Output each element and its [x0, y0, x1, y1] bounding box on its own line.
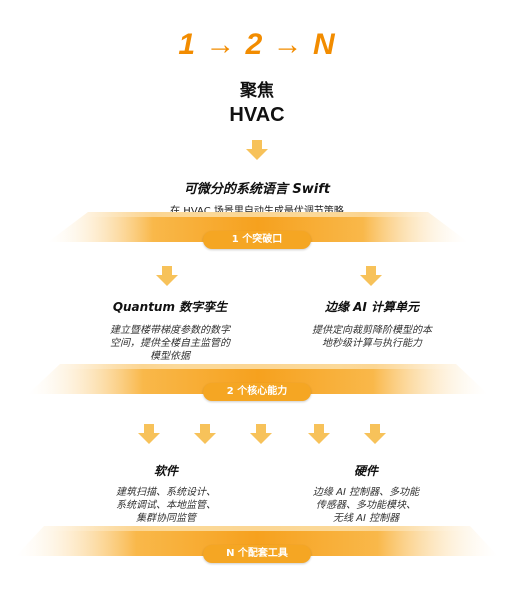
focus-subject: HVAC [229, 104, 285, 126]
headline: 1 → 2 → N [178, 28, 336, 61]
tier1-title: 可微分的系统语言 Swift [183, 182, 331, 197]
text-line: 提供定向裁剪降阶模型的本 [312, 325, 432, 336]
arrow-down-icon [194, 424, 216, 446]
tier3-right-text: 边缘 AI 控制器、多功能 传感器、多功能模块、 无线 AI 控制器 [286, 486, 446, 525]
arrow-down-icon [138, 424, 160, 446]
tier2-right-text: 提供定向裁剪降阶模型的本 地秒级计算与执行能力 [282, 324, 462, 350]
tier1-label: 1 个突破口 [203, 231, 311, 249]
text-line: 模型依据 [150, 351, 190, 362]
text-line: 边缘 AI 控制器、多功能 [312, 487, 420, 498]
tier2-left-title: Quantum 数字孪生 [112, 300, 228, 314]
text-line: 系统调试、本地监管、 [116, 500, 216, 511]
text-line: 建筑扫描、系统设计、 [116, 487, 216, 498]
tier3-left-text: 建筑扫描、系统设计、 系统调试、本地监管、 集群协同监管 [86, 486, 246, 525]
text-line: 地秒级计算与执行能力 [322, 338, 422, 349]
text-line: 传感器、多功能模块、 [316, 500, 416, 511]
text-line: 集群协同监管 [136, 513, 196, 524]
text-line: 无线 AI 控制器 [332, 513, 400, 524]
tier3-left-title: 软件 [153, 464, 178, 478]
focus-title: 聚焦 [240, 81, 274, 101]
text-line: 空间，提供全楼自主监管的 [110, 338, 230, 349]
arrow-down-icon [364, 424, 386, 446]
arrow-down-icon [250, 424, 272, 446]
text-line: 建立暨楼带梯度参数的数字 [110, 325, 230, 336]
tier3-label: N 个配套工具 [203, 545, 311, 563]
arrow-down-icon [360, 266, 382, 288]
tier3-right-title: 硬件 [353, 464, 378, 478]
tier2-label: 2 个核心能力 [203, 383, 311, 401]
tier2-right-title: 边缘 AI 计算单元 [324, 300, 420, 314]
arrow-down-icon [246, 140, 268, 162]
arrow-down-icon [308, 424, 330, 446]
arrow-down-icon [156, 266, 178, 288]
tier2-left-text: 建立暨楼带梯度参数的数字 空间，提供全楼自主监管的 模型依据 [80, 324, 260, 363]
